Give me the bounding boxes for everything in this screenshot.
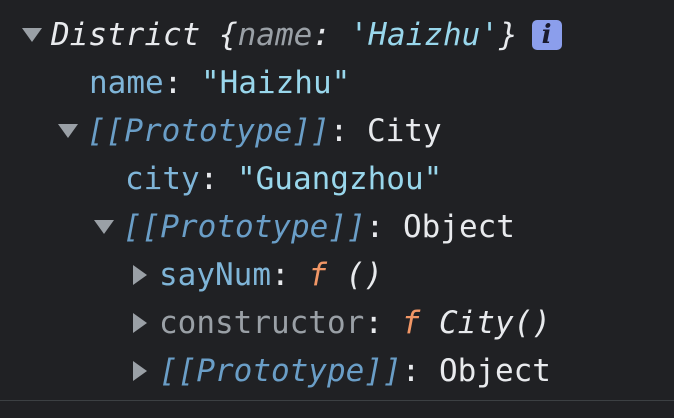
- function-signature: City(): [420, 305, 551, 341]
- method-key: constructor: [159, 305, 365, 341]
- property-colon: :: [401, 353, 439, 389]
- property-colon: :: [163, 65, 201, 101]
- property-colon: :: [365, 209, 403, 245]
- tree-row-district[interactable]: District { name : 'Haizhu' } i: [22, 11, 562, 59]
- tree-row-city: city : "Guangzhou": [125, 155, 442, 203]
- open-brace: {: [200, 17, 238, 53]
- tree-row-saynum[interactable]: sayNum : f (): [129, 251, 383, 299]
- property-colon: :: [364, 305, 402, 341]
- function-keyword: f: [401, 305, 421, 341]
- prototype-key: [[Prototype]]: [159, 353, 402, 389]
- collapse-triangle-icon[interactable]: [133, 313, 147, 333]
- prototype-key: [[Prototype]]: [123, 209, 366, 245]
- prototype-value: Object: [438, 353, 551, 389]
- console-divider: [0, 400, 674, 401]
- property-colon: :: [199, 161, 237, 197]
- expand-triangle-icon[interactable]: [22, 28, 42, 42]
- console-object-tree: District { name : 'Haizhu' } i name : "H…: [0, 0, 674, 418]
- property-value: "Haizhu": [200, 65, 351, 101]
- function-signature: (): [326, 257, 383, 293]
- collapse-triangle-icon[interactable]: [133, 265, 147, 285]
- tree-row-constructor[interactable]: constructor : f City(): [129, 299, 551, 347]
- tree-row-prototype-object-2[interactable]: [[Prototype]] : Object: [129, 347, 551, 395]
- prototype-key: [[Prototype]]: [87, 113, 330, 149]
- close-brace: }: [498, 17, 518, 53]
- function-keyword: f: [308, 257, 327, 293]
- method-key: sayNum: [159, 257, 271, 293]
- collapse-triangle-icon[interactable]: [133, 361, 147, 381]
- info-icon[interactable]: i: [531, 20, 562, 50]
- property-key: city: [125, 161, 200, 197]
- preview-key: name: [237, 17, 313, 53]
- expand-triangle-icon[interactable]: [94, 220, 114, 234]
- expand-triangle-icon[interactable]: [58, 124, 78, 138]
- prototype-value: City: [366, 113, 442, 149]
- property-value: "Guangzhou": [236, 161, 443, 197]
- property-colon: :: [329, 113, 367, 149]
- tree-row-prototype-city[interactable]: [[Prototype]] : City: [58, 107, 442, 155]
- tree-row-name: name : "Haizhu": [89, 59, 350, 107]
- property-key: name: [89, 65, 164, 101]
- tree-row-prototype-object[interactable]: [[Prototype]] : Object: [94, 203, 515, 251]
- preview-colon: :: [312, 17, 350, 53]
- preview-value: 'Haizhu': [349, 17, 499, 53]
- class-name: District: [51, 17, 201, 53]
- property-colon: :: [270, 257, 309, 293]
- prototype-value: Object: [402, 209, 515, 245]
